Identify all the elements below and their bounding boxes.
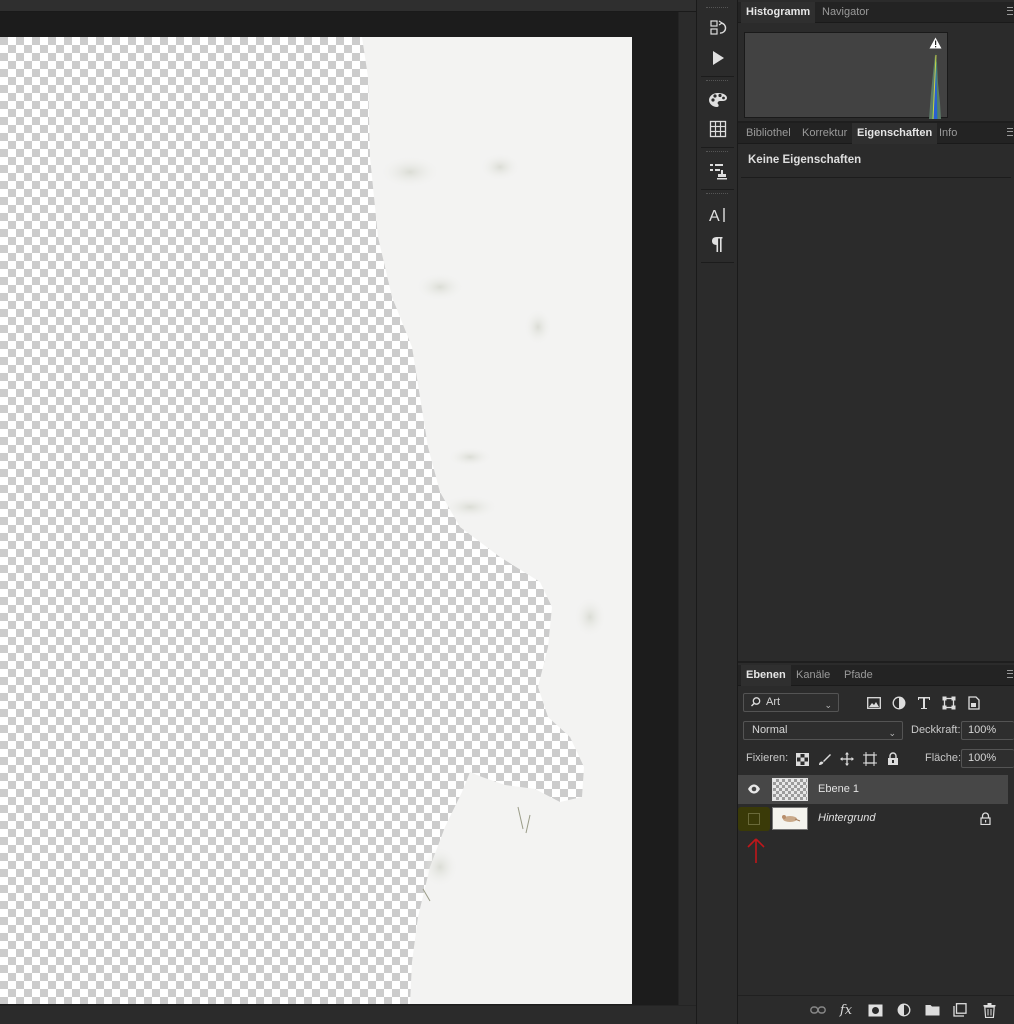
horizontal-scrollbar[interactable] [0, 1005, 696, 1024]
swatches-icon[interactable] [705, 88, 731, 112]
link-layers-icon[interactable] [810, 1002, 826, 1018]
panel-dock: A [696, 0, 738, 1024]
document-canvas[interactable] [0, 37, 632, 1004]
type-filter-icon[interactable] [916, 695, 932, 711]
adjustment-filter-icon[interactable] [891, 695, 907, 711]
smart-object-filter-icon[interactable] [966, 695, 982, 711]
tab-kanaele[interactable]: Kanäle [791, 665, 835, 686]
layers-tabbar: Ebenen Kanäle Pfade [738, 665, 1014, 686]
photoshop-window: A Histogramm Navigator Bibliothel Korrek… [0, 0, 1014, 1024]
layer-filter-select[interactable]: Art ⌄ [743, 693, 839, 712]
lock-position-icon[interactable] [839, 751, 855, 767]
tab-ebenen[interactable]: Ebenen [741, 665, 791, 686]
dock-grip[interactable] [706, 80, 728, 83]
lock-label: Fixieren: [746, 752, 789, 764]
blend-mode-value: Normal [752, 724, 788, 736]
image-filter-icon[interactable] [866, 695, 882, 711]
tab-bibliothek[interactable]: Bibliothel [741, 123, 796, 144]
layer-thumbnail [772, 778, 808, 801]
clone-source-icon[interactable] [705, 159, 731, 183]
layers-bottom-bar: fx [738, 995, 1014, 1024]
layer-row-ebene-1[interactable]: Ebene 1 [738, 775, 1008, 804]
panel-column: Histogramm Navigator Bibliothel Korrektu… [738, 0, 1014, 1024]
lock-transparent-icon[interactable] [794, 751, 810, 767]
grid-icon[interactable] [705, 117, 731, 141]
tab-eigenschaften[interactable]: Eigenschaften [852, 123, 938, 144]
opacity-label: Deckkraft: [911, 724, 961, 736]
panel-menu-icon[interactable] [1007, 7, 1013, 15]
tab-info[interactable]: Info [934, 123, 962, 144]
panel-menu-icon[interactable] [1007, 670, 1013, 678]
fill-label: Fläche: [925, 752, 962, 764]
document-tab-strip [0, 0, 696, 12]
divider [741, 177, 1011, 178]
chevron-down-icon: ⌄ [824, 700, 832, 710]
fill-value: 100% [968, 752, 997, 764]
histogram-display [744, 32, 948, 120]
dock-grip[interactable] [706, 151, 728, 154]
svg-text:A: A [709, 208, 720, 224]
search-icon [750, 694, 761, 717]
mask-icon[interactable] [867, 1002, 883, 1018]
new-layer-icon[interactable] [952, 1002, 968, 1018]
layer-name[interactable]: Ebene 1 [818, 783, 859, 795]
history-icon[interactable] [705, 16, 731, 40]
paragraph-icon[interactable] [705, 232, 731, 256]
layer-row-hintergrund[interactable]: Hintergrund [738, 804, 1008, 833]
lock-artboard-icon[interactable] [862, 751, 878, 767]
tab-pfade[interactable]: Pfade [839, 665, 878, 686]
lock-icon [980, 812, 991, 825]
dock-grip[interactable] [706, 193, 728, 196]
fx-icon[interactable]: fx [838, 1002, 854, 1018]
no-properties-text: Keine Eigenschaften [748, 154, 862, 166]
layer-name[interactable]: Hintergrund [818, 812, 875, 824]
opacity-input[interactable]: 100% [961, 721, 1014, 740]
tab-korrektur[interactable]: Korrektur [797, 123, 852, 144]
trash-icon[interactable] [981, 1002, 997, 1018]
panel-menu-icon[interactable] [1007, 128, 1013, 136]
chevron-down-icon: ⌄ [888, 728, 896, 738]
cache-warning-icon[interactable] [929, 37, 942, 49]
canvas-workspace[interactable] [0, 12, 678, 1005]
vertical-scrollbar[interactable] [678, 12, 696, 1005]
dock-grip[interactable] [706, 7, 728, 10]
properties-tabbar: Bibliothel Korrektur Eigenschaften Info [738, 123, 1014, 144]
character-icon[interactable]: A [705, 203, 731, 227]
tab-navigator[interactable]: Navigator [817, 2, 874, 23]
histogram-tabbar: Histogramm Navigator [738, 2, 1014, 23]
shape-filter-icon[interactable] [941, 695, 957, 711]
canvas-image [0, 37, 632, 1004]
blend-mode-select[interactable]: Normal ⌄ [743, 721, 903, 740]
group-folder-icon[interactable] [924, 1002, 940, 1018]
layer-thumbnail [772, 807, 808, 830]
fill-input[interactable]: 100% [961, 749, 1014, 768]
tab-histogramm[interactable]: Histogramm [741, 2, 816, 23]
visibility-toggle[interactable] [748, 813, 760, 825]
eye-icon[interactable] [747, 783, 761, 795]
annotation-arrow-icon [747, 838, 765, 863]
opacity-value: 100% [968, 724, 997, 736]
lock-all-icon[interactable] [885, 751, 901, 767]
adjustment-layer-icon[interactable] [896, 1002, 912, 1018]
lock-brush-icon[interactable] [816, 751, 832, 767]
layer-filter-value: Art [766, 696, 781, 708]
play-actions-icon[interactable] [705, 46, 731, 70]
